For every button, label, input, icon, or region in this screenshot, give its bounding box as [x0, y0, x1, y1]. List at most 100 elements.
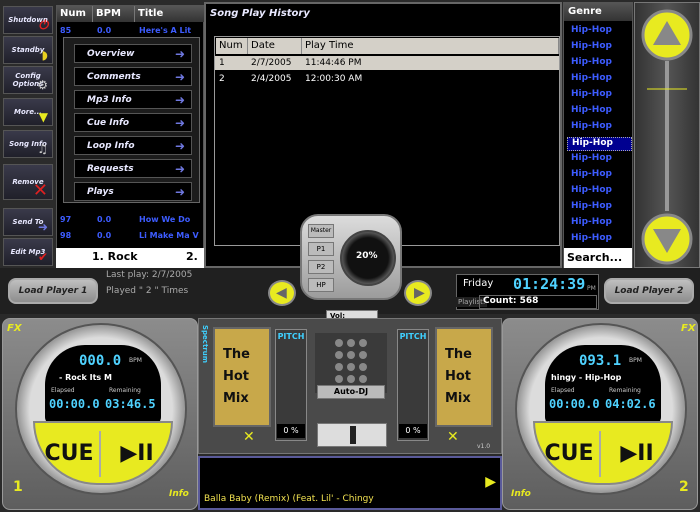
genre-item[interactable]: Hip-Hop — [567, 169, 632, 183]
column-header-bpm[interactable]: BPM — [93, 6, 135, 22]
genre-item[interactable]: Hip-Hop — [567, 41, 632, 55]
table-row[interactable]: 2 2/4/2005 12:00:30 AM — [215, 72, 559, 86]
scroll-graphic — [641, 9, 693, 265]
load-player-1-button[interactable]: Load Player 1 — [8, 278, 98, 304]
cue-info-button[interactable]: Cue Info ➜ — [74, 113, 192, 132]
edit-mp3-button[interactable]: Edit Mp3 ✔ — [3, 238, 53, 266]
arrow-right-icon: ➜ — [174, 70, 185, 84]
comments-button[interactable]: Comments ➜ — [74, 67, 192, 86]
bpm-unit: BPM — [629, 357, 642, 364]
next-button[interactable]: ▶ — [404, 280, 432, 306]
load-player-2-button[interactable]: Load Player 2 — [604, 278, 694, 304]
deck-number: 1 — [13, 479, 23, 495]
requests-button[interactable]: Requests ➜ — [74, 159, 192, 178]
master-volume-panel: Master P1 P2 HP 20% — [300, 214, 402, 300]
sidebar: Shutdown ⏻ Standby ◗ Config Options ⚙ More.… — [0, 0, 55, 268]
transport-controls: CUE ▶II — [33, 421, 173, 485]
genre-item[interactable]: Hip-Hop — [567, 185, 632, 199]
track-title: - Rock Its M — [59, 373, 112, 382]
mp3-info-button[interactable]: Mp3 Info ➜ — [74, 90, 192, 109]
auto-dj-button[interactable]: Auto-DJ — [317, 385, 385, 399]
arrow-right-icon: ➜ — [174, 185, 185, 199]
crossfader[interactable] — [317, 423, 387, 447]
turntable-platter[interactable]: 093.1 BPM hingy - Hip-Hop Elapsed Remain… — [515, 323, 687, 495]
p2-button[interactable]: P2 — [308, 260, 334, 274]
pitch-value: 0 % — [399, 424, 427, 438]
cue-button[interactable]: CUE — [39, 431, 101, 477]
arrow-right-icon: ➜ — [174, 47, 185, 61]
shutdown-icon: ⏻ — [38, 18, 49, 32]
genre-item[interactable]: Hip-Hop — [567, 57, 632, 71]
p1-button[interactable]: P1 — [308, 242, 334, 256]
genre-item[interactable]: Hip-Hop — [567, 121, 632, 135]
plays-button[interactable]: Plays ➜ — [74, 182, 192, 201]
column-header-play-time[interactable]: Play Time — [302, 38, 559, 54]
turntable-platter[interactable]: 000.0 BPM - Rock Its M Elapsed Remaining… — [15, 323, 187, 495]
column-header-num[interactable]: Num — [57, 6, 93, 22]
genre-item[interactable]: Hip-Hop — [567, 153, 632, 167]
cue-button[interactable]: CUE — [539, 431, 601, 477]
standby-button[interactable]: Standby ◗ — [3, 36, 53, 64]
fx-button[interactable]: FX — [681, 323, 696, 334]
arrow-right-icon[interactable]: ▶ — [485, 474, 496, 490]
table-row[interactable]: 1 2/7/2005 11:44:46 PM — [215, 56, 559, 70]
pitch-slider-2[interactable]: PITCH 0 % — [397, 329, 429, 441]
genre-item[interactable]: Hip-Hop — [567, 89, 632, 103]
playlist-tab-2[interactable]: 2. — [186, 250, 198, 263]
column-header-title[interactable]: Title — [135, 6, 205, 22]
genre-item[interactable]: Hip-Hop — [567, 201, 632, 215]
fx-button[interactable]: FX — [7, 323, 22, 334]
loop-info-button[interactable]: Loop Info ➜ — [74, 136, 192, 155]
info-button[interactable]: Info — [169, 489, 189, 499]
hp-button[interactable]: HP — [308, 278, 334, 292]
master-button[interactable]: Master — [308, 224, 334, 238]
standby-icon: ◗ — [41, 48, 48, 62]
table-row[interactable]: 85 0.0 Here's A Lit — [57, 24, 204, 38]
play-pause-button[interactable]: ▶II — [105, 431, 169, 477]
genre-search-input[interactable]: Search... — [564, 248, 632, 268]
pitch-value: 0 % — [277, 424, 305, 438]
genre-item[interactable]: Hip-Hop — [567, 137, 632, 151]
genre-item[interactable]: Hip-Hop — [567, 105, 632, 119]
volume-knob[interactable]: 20% — [340, 230, 396, 286]
scroll-track[interactable] — [665, 61, 669, 211]
shutdown-button[interactable]: Shutdown ⏻ — [3, 6, 53, 34]
fx-x-icon[interactable]: ✕ — [243, 429, 255, 445]
genre-item[interactable]: Hip-Hop — [567, 25, 632, 39]
overview-button[interactable]: Overview ➜ — [74, 44, 192, 63]
table-row[interactable]: 97 0.0 How We Do — [57, 213, 204, 227]
fx-x-icon[interactable]: ✕ — [447, 429, 459, 445]
send-to-button[interactable]: Send To ➜ — [3, 208, 53, 236]
playlist-tab-1[interactable]: 1. Rock — [92, 250, 138, 263]
remaining-time: 03:46.5 — [105, 397, 156, 411]
edit-icon: ✔ — [37, 250, 48, 264]
eq-grid[interactable] — [315, 333, 387, 393]
history-title: Song Play History — [210, 8, 310, 19]
table-row[interactable]: 98 0.0 Li Make Ma V — [57, 229, 204, 243]
arrow-right-icon: ➜ — [174, 139, 185, 153]
column-header-date[interactable]: Date — [248, 38, 302, 54]
crossfader-handle[interactable] — [350, 426, 356, 444]
pitch-slider-1[interactable]: PITCH 0 % — [275, 329, 307, 441]
config-options-button[interactable]: Config Options ⚙ — [3, 66, 53, 94]
column-header-num[interactable]: Num — [216, 38, 248, 54]
spectrum-label: Spectrum — [201, 325, 209, 364]
song-info-panel: Overview ➜ Comments ➜ Mp3 Info ➜ Cue Info ➜ … — [63, 37, 200, 203]
play-pause-button[interactable]: ▶II — [605, 431, 669, 477]
prev-button[interactable]: ◀ — [268, 280, 296, 306]
bpm-value: 000.0 — [79, 353, 122, 369]
remove-icon: ✕ — [32, 180, 48, 201]
info-button[interactable]: Info — [511, 489, 531, 499]
genre-item[interactable]: Hip-Hop — [567, 73, 632, 87]
bpm-value: 093.1 — [579, 353, 622, 369]
deck-1: FX 000.0 BPM - Rock Its M Elapsed Remain… — [2, 318, 198, 510]
song-info-button[interactable]: Song Info ♫ — [3, 130, 53, 158]
genre-item[interactable]: Hip-Hop — [567, 233, 632, 247]
remaining-time: 04:02.6 — [605, 397, 656, 411]
played-times-text: Played " 2 " Times — [106, 286, 189, 296]
genre-header[interactable]: Genre — [564, 3, 632, 21]
more-button[interactable]: More... ▼ — [3, 98, 53, 126]
genre-item[interactable]: Hip-Hop — [567, 217, 632, 231]
deck-display: 000.0 BPM - Rock Its M Elapsed Remaining… — [45, 345, 161, 425]
remove-button[interactable]: Remove ✕ — [3, 164, 53, 200]
